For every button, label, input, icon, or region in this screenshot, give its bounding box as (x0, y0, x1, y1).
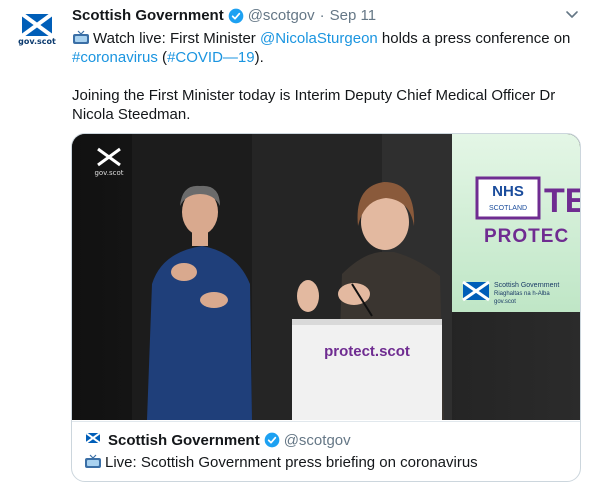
quoted-text-content: Live: Scottish Government press briefing… (105, 454, 478, 471)
author-handle[interactable]: @scotgov (248, 7, 315, 25)
tweet-text-segment: holds a press conference on (377, 30, 571, 47)
author-avatar[interactable]: gov.scot (14, 8, 60, 54)
press-conference-scene: NHS SCOTLAND TES PROTEC Scottish Governm… (72, 134, 580, 420)
tv-icon (85, 454, 101, 468)
hashtag-link[interactable]: #COVID—19 (167, 49, 255, 66)
tweet-date[interactable]: Sep 11 (330, 7, 376, 25)
header-separator: · (319, 7, 325, 24)
tweet-paragraph-1: Watch live: First Minister @NicolaSturge… (72, 29, 587, 67)
quoted-author-name: Scottish Government (108, 431, 260, 449)
banner-logo-line3: gov.scot (494, 299, 516, 305)
banner-logo-line1: Scottish Government (494, 282, 559, 289)
saltire-flag-icon (86, 433, 100, 443)
verified-badge-icon (228, 8, 244, 24)
avatar-label: gov.scot (18, 37, 56, 46)
quoted-video-card[interactable]: NHS SCOTLAND TES PROTEC Scottish Governm… (71, 133, 581, 482)
lectern-text: protect.scot (324, 343, 410, 360)
hashtag-link[interactable]: #coronavirus (72, 49, 158, 66)
chevron-down-icon[interactable] (564, 6, 580, 22)
video-thumbnail[interactable]: NHS SCOTLAND TES PROTEC Scottish Governm… (72, 134, 580, 420)
banner-test-text: TES (544, 182, 580, 220)
video-watermark: gov.scot (94, 169, 123, 177)
tweet-text-segment: ). (254, 49, 264, 66)
tweet-paragraph-2: Joining the First Minister today is Inte… (72, 87, 556, 123)
banner-scotland-text: SCOTLAND (489, 205, 527, 212)
mention-link[interactable]: @NicolaSturgeon (260, 30, 378, 47)
tweet-text-segment: ( (157, 49, 168, 66)
quoted-author-avatar (84, 431, 102, 449)
saltire-flag-icon (22, 14, 52, 36)
quoted-tweet-header: Scottish Government @scotgov (84, 431, 351, 449)
quoted-author-handle: @scotgov (283, 431, 351, 449)
banner-logo-line2: Riaghaltas na h-Alba (494, 291, 550, 297)
verified-badge-icon (264, 432, 280, 448)
tweet-text-segment: Watch live: First Minister (93, 30, 260, 47)
quoted-tweet-text: Live: Scottish Government press briefing… (84, 454, 478, 471)
author-name[interactable]: Scottish Government (72, 7, 224, 25)
banner-protect-text: PROTEC (484, 226, 569, 247)
lectern: protect.scot (292, 319, 442, 420)
quoted-tweet[interactable]: Scottish Government @scotgov Live: Scott… (72, 421, 580, 481)
tv-icon (73, 30, 89, 44)
tweet-text: Watch live: First Minister @NicolaSturge… (72, 29, 587, 124)
tweet-header: Scottish Government @scotgov · Sep 11 (72, 7, 376, 25)
banner-nhs-text: NHS (492, 183, 524, 200)
